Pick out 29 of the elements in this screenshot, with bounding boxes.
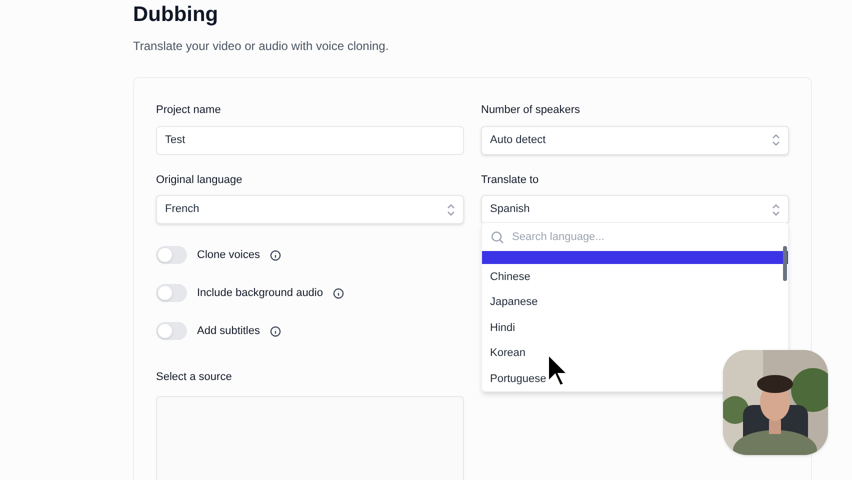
info-icon xyxy=(270,250,281,260)
language-option[interactable]: Japanese xyxy=(482,290,788,315)
input-field[interactable]: Test xyxy=(156,126,464,154)
field-label: Original language xyxy=(156,172,244,188)
field-label: Number of speakers xyxy=(481,103,582,118)
info-icon xyxy=(332,288,344,298)
toggle-switch[interactable] xyxy=(156,246,187,264)
field-label: Translate to xyxy=(481,172,540,188)
scrollbar-thumb[interactable] xyxy=(783,246,787,281)
select-field[interactable]: Spanish xyxy=(481,195,789,224)
toggle-label: Clone voices xyxy=(197,248,260,263)
language-option[interactable]: Chinese xyxy=(482,264,788,290)
toggle-switch[interactable] xyxy=(156,284,187,302)
toggle-label: Include background audio xyxy=(197,286,323,301)
field-label: Select a source xyxy=(156,371,232,383)
search-field[interactable]: Search language... xyxy=(512,228,779,246)
field-label: Project name xyxy=(156,103,222,118)
search-icon xyxy=(491,230,504,244)
chevron-updown-icon xyxy=(772,204,780,216)
select-field[interactable]: Auto detect xyxy=(481,126,789,154)
language-option[interactable]: Hindi xyxy=(482,315,788,340)
toggle-label: Add subtitles xyxy=(197,324,260,339)
page-title: Dubbing xyxy=(133,2,220,25)
info-icon xyxy=(270,326,281,336)
toggle-switch[interactable] xyxy=(156,322,187,340)
page-subtitle: Translate your video or audio with voice cloning. xyxy=(133,38,390,55)
chevron-updown-icon xyxy=(772,134,780,146)
select-field[interactable]: French xyxy=(156,195,464,224)
chevron-updown-icon xyxy=(447,204,455,216)
